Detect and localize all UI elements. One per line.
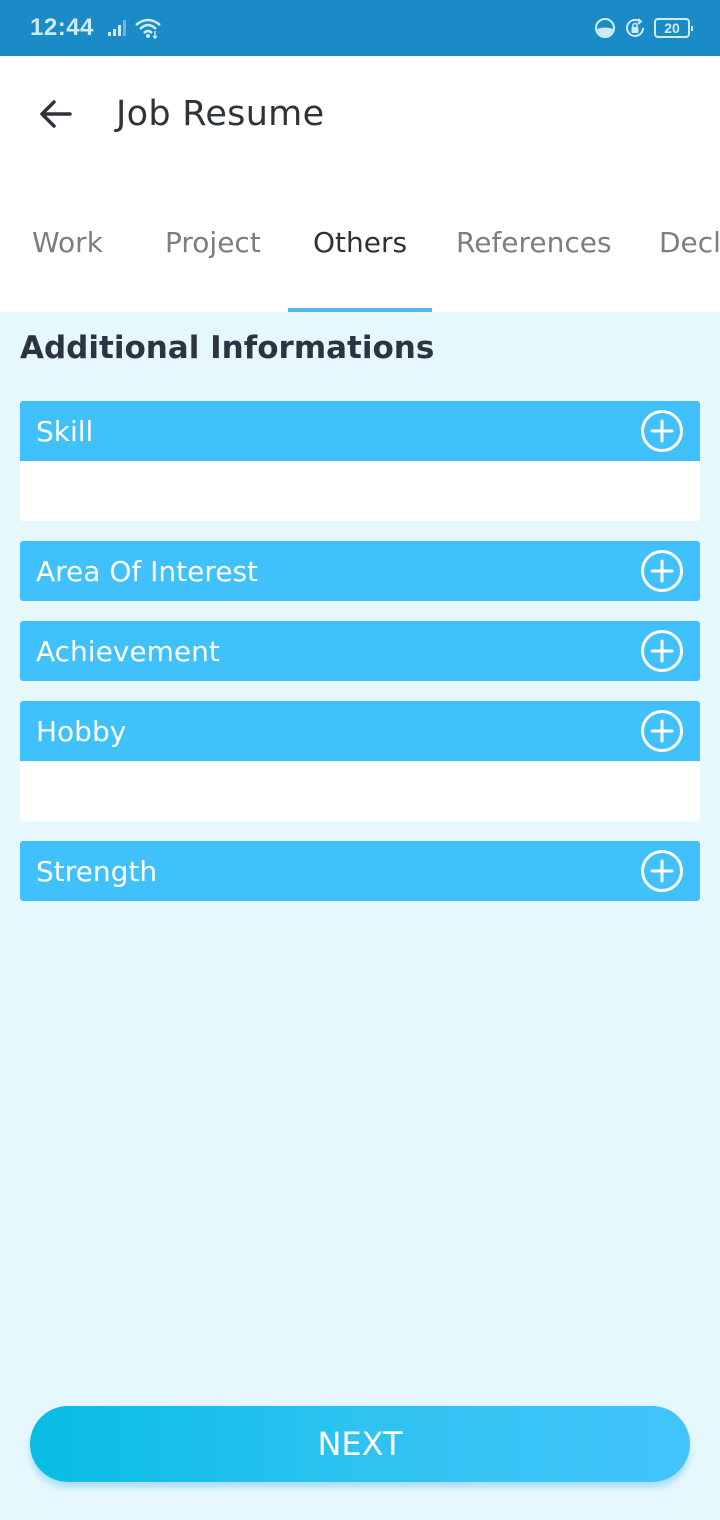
rotation-lock-icon bbox=[626, 18, 644, 37]
section-label: Achievement bbox=[36, 634, 220, 668]
add-circle-icon[interactable] bbox=[640, 849, 684, 893]
add-circle-icon[interactable] bbox=[640, 629, 684, 673]
back-button[interactable] bbox=[34, 92, 78, 136]
section-header[interactable]: Strength bbox=[20, 841, 700, 901]
section-header[interactable]: Achievement bbox=[20, 621, 700, 681]
add-circle-icon[interactable] bbox=[640, 709, 684, 753]
status-bar: 12:44 20 bbox=[0, 0, 720, 56]
section-label: Skill bbox=[36, 414, 94, 448]
section-header[interactable]: Skill bbox=[20, 401, 700, 461]
arrow-left-icon bbox=[40, 100, 72, 128]
section-header[interactable]: Hobby bbox=[20, 701, 700, 761]
section-label: Area Of Interest bbox=[36, 554, 259, 588]
section-label: Hobby bbox=[36, 714, 127, 748]
battery-level: 20 bbox=[664, 20, 680, 36]
tab-work[interactable]: Work bbox=[32, 226, 103, 259]
tab-others[interactable]: Others bbox=[313, 226, 407, 259]
status-left: 12:44 bbox=[30, 14, 162, 42]
tab-references[interactable]: References bbox=[456, 226, 612, 259]
section-strength: Strength bbox=[20, 841, 700, 901]
section-body bbox=[20, 761, 700, 821]
section-skill: Skill bbox=[20, 401, 700, 521]
section-body bbox=[20, 461, 700, 521]
data-saver-icon bbox=[595, 18, 615, 38]
app-bar: Job Resume Work Project Others Reference… bbox=[0, 56, 720, 312]
section-area-of-interest: Area Of Interest bbox=[20, 541, 700, 601]
section-achievement: Achievement bbox=[20, 621, 700, 681]
status-right: 20 bbox=[594, 17, 693, 39]
tab-project[interactable]: Project bbox=[165, 226, 261, 259]
battery-icon: 20 bbox=[654, 18, 693, 38]
page-title: Job Resume bbox=[116, 94, 325, 134]
add-circle-icon[interactable] bbox=[640, 549, 684, 593]
tab-declaration[interactable]: Decl bbox=[659, 226, 720, 259]
wifi-icon bbox=[135, 18, 161, 39]
next-button[interactable]: NEXT bbox=[30, 1406, 690, 1482]
tab-bar: Work Project Others References Decl bbox=[0, 206, 720, 312]
section-title: Additional Informations bbox=[20, 330, 435, 366]
section-hobby: Hobby bbox=[20, 701, 700, 821]
tab-indicator bbox=[288, 308, 432, 312]
status-time: 12:44 bbox=[30, 14, 94, 41]
section-header[interactable]: Area Of Interest bbox=[20, 541, 700, 601]
signal-icon bbox=[107, 20, 126, 36]
add-circle-icon[interactable] bbox=[640, 409, 684, 453]
section-label: Strength bbox=[36, 854, 158, 888]
